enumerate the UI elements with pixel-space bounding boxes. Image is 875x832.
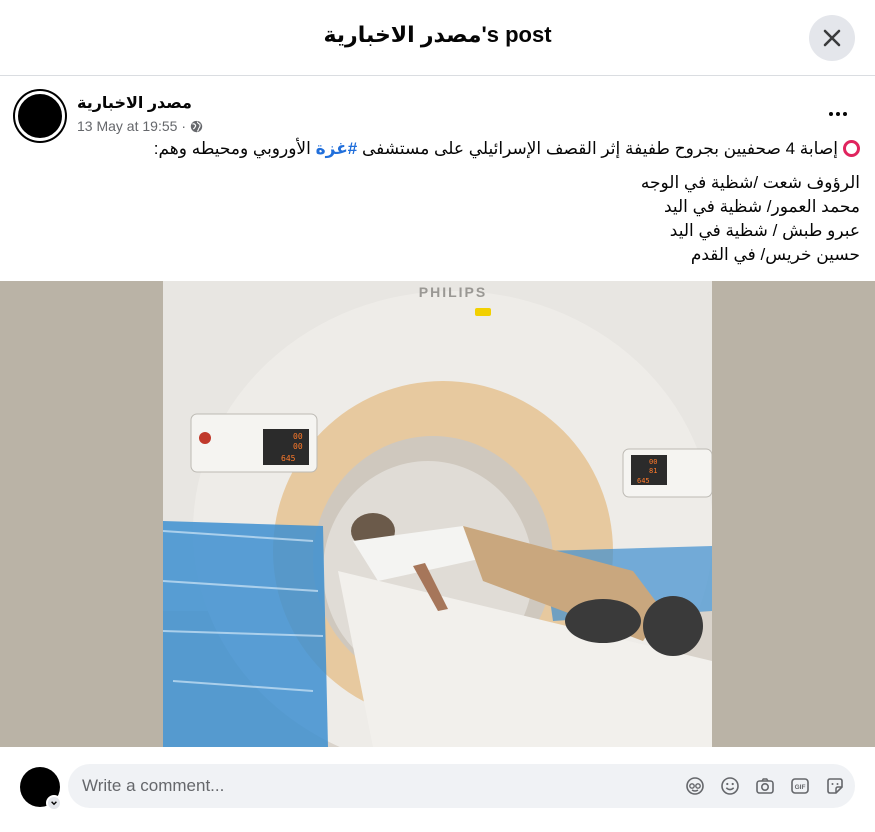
- post-text-headline: إصابة 4 صحفيين بجروح طفيفة إثر القصف الإ…: [20, 137, 860, 161]
- post-text: إصابة 4 صحفيين بجروح طفيفة إثر القصف الإ…: [20, 137, 860, 267]
- svg-text:GIF: GIF: [795, 784, 806, 791]
- hashtag-link[interactable]: #غزة: [316, 139, 358, 158]
- injured-name-2: محمد العمور/ شظية في اليد: [663, 197, 860, 216]
- post-media[interactable]: PHILIPS 00 00 645 00 81 645: [0, 281, 875, 747]
- comment-tools: GIF: [683, 774, 847, 798]
- left-panel-readout-3: 645: [281, 454, 296, 463]
- dialog-header: مصدر الاخبارية's post: [0, 0, 875, 76]
- ct-scanner-photo: PHILIPS 00 00 645 00 81 645: [163, 281, 712, 747]
- headline-before-hashtag: إصابة 4 صحفيين بجروح طفيفة إثر القصف الإ…: [357, 139, 838, 158]
- sticker-button[interactable]: [823, 774, 847, 798]
- post-meta: 13 May at 19:55 ·: [77, 118, 203, 134]
- headline-after-hashtag: الأوروبي ومحيطه وهم:: [153, 139, 316, 158]
- chevron-down-icon: [51, 801, 57, 806]
- comment-composer: GIF: [0, 747, 875, 832]
- emoji-button[interactable]: [718, 774, 742, 798]
- avatar-sticker-icon: [686, 777, 704, 795]
- profile-switch-button[interactable]: [46, 795, 62, 811]
- right-panel-readout-2: 81: [649, 467, 657, 475]
- injured-name-4: حسين خريس/ في القدم: [690, 245, 860, 264]
- comment-input[interactable]: [82, 764, 642, 808]
- left-panel-readout-1: 00: [293, 432, 303, 441]
- more-dot: [843, 112, 847, 116]
- meta-separator: ·: [181, 118, 187, 134]
- emoji-icon: [721, 777, 739, 795]
- dialog-title: مصدر الاخبارية's post: [323, 22, 552, 47]
- red-circle-icon: [843, 140, 860, 157]
- comment-box: GIF: [68, 764, 855, 808]
- post-photo[interactable]: PHILIPS 00 00 645 00 81 645: [163, 281, 712, 747]
- right-panel-readout-1: 00: [649, 458, 657, 466]
- author-avatar[interactable]: [15, 91, 65, 141]
- author-name[interactable]: مصدر الاخبارية: [77, 93, 192, 113]
- injured-name-3: عبرو طبش / شظية في اليد: [669, 221, 860, 240]
- left-panel-readout-2: 00: [293, 442, 303, 451]
- right-panel-readout-3: 645: [637, 477, 650, 485]
- injured-name-1: الرؤوف شعت /شظية في الوجه: [640, 173, 860, 192]
- more-options-button[interactable]: [822, 100, 854, 128]
- close-button[interactable]: [809, 15, 855, 61]
- avatar-sticker-button[interactable]: [683, 774, 707, 798]
- more-dot: [829, 112, 833, 116]
- camera-icon: [756, 778, 774, 794]
- post-timestamp[interactable]: 13 May at 19:55: [77, 118, 177, 134]
- close-icon: [823, 29, 841, 47]
- sticker-icon: [827, 778, 843, 794]
- gif-icon: GIF: [791, 778, 809, 794]
- gif-button[interactable]: GIF: [788, 774, 812, 798]
- post-dialog: مصدر الاخبارية's post مصدر الاخبارية 13 …: [0, 0, 875, 832]
- scanner-brand-label: PHILIPS: [419, 284, 487, 300]
- camera-button[interactable]: [753, 774, 777, 798]
- globe-icon[interactable]: [190, 120, 203, 133]
- more-dot: [836, 112, 840, 116]
